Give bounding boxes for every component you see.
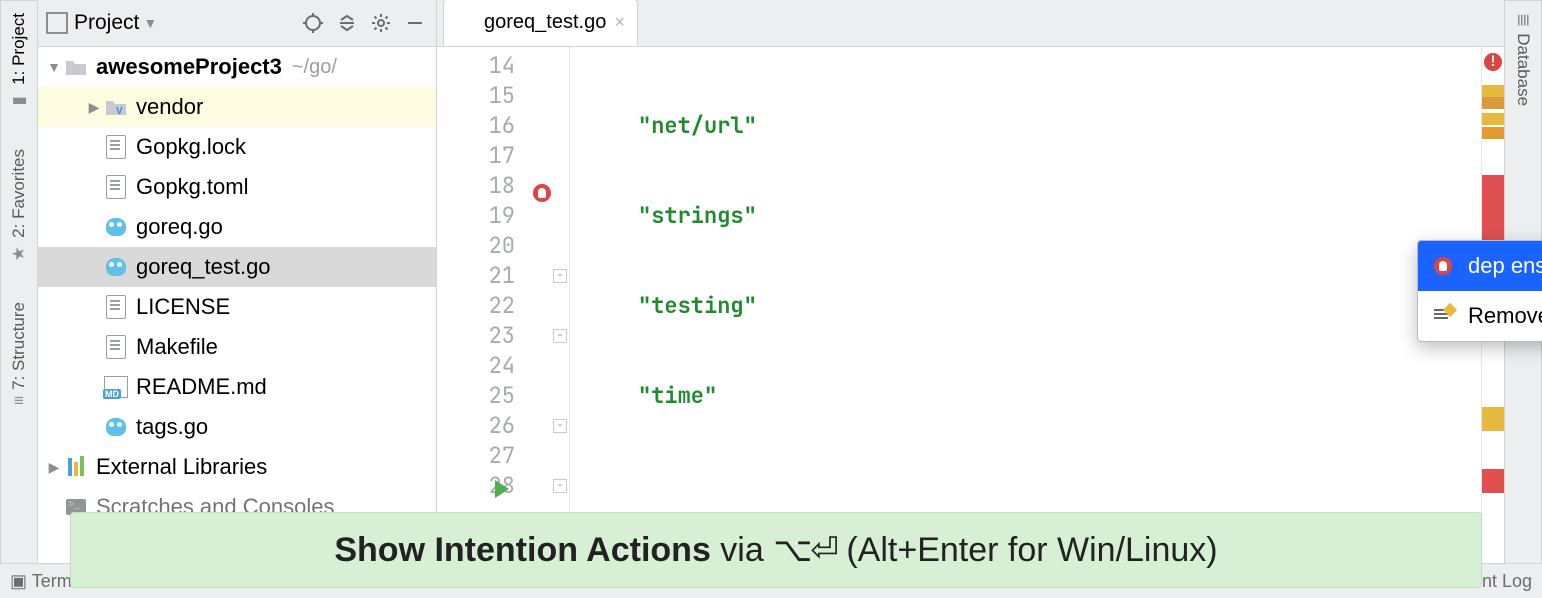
svg-text:V: V — [116, 106, 123, 116]
stripe-mark[interactable] — [1482, 85, 1504, 97]
tree-item-license[interactable]: LICENSE — [38, 287, 436, 327]
disclosure-open-icon[interactable]: ▼ — [44, 59, 64, 75]
tree-item-goreq[interactable]: goreq.go — [38, 207, 436, 247]
project-pane: Project ▼ ▼ awesomeProject3 ~/go/ ▶ V ve… — [38, 0, 437, 598]
banner-title: Show Intention Actions — [334, 531, 711, 569]
vendor-folder-icon: V — [104, 95, 128, 119]
intention-item-label: dep ensure — [1468, 253, 1542, 279]
minimize-icon[interactable] — [400, 8, 430, 38]
collapse-icon[interactable] — [332, 8, 362, 38]
close-tab-icon[interactable]: × — [614, 12, 625, 33]
file-icon — [104, 295, 128, 319]
intention-item-dep-ensure[interactable]: dep ensure ▶ — [1418, 241, 1542, 291]
stripe-mark[interactable] — [1482, 127, 1504, 139]
toolwindow-database[interactable]: ≣Database — [1513, 13, 1533, 106]
tree-root-label: awesomeProject3 — [96, 54, 282, 80]
tree-root-hint: ~/go/ — [292, 56, 337, 79]
hint-banner: Show Intention Actions via ⌥⏎ (Alt+Enter… — [70, 512, 1482, 588]
editor-tabs: goreq_test.go × — [437, 0, 1504, 47]
left-tool-strip: ▮1: Project ★2: Favorites ≡7: Structure — [0, 0, 38, 598]
toolwindow-structure[interactable]: ≡7: Structure — [9, 302, 29, 406]
tree-item-readme[interactable]: README.md — [38, 367, 436, 407]
folder-icon: ▮ — [9, 91, 29, 111]
disclosure-closed-icon[interactable]: ▶ — [84, 99, 104, 116]
stripe-mark[interactable] — [1482, 469, 1504, 481]
intention-popup: dep ensure ▶ Remove dot import alias ▶ — [1417, 240, 1542, 342]
tree-item-gopkg-toml[interactable]: Gopkg.toml — [38, 167, 436, 207]
tree-item-label: vendor — [136, 94, 203, 120]
toolwindow-favorites[interactable]: ★2: Favorites — [9, 149, 29, 264]
tree-item-tags[interactable]: tags.go — [38, 407, 436, 447]
project-view-label: Project — [74, 11, 139, 35]
project-pane-header: Project ▼ — [38, 0, 436, 47]
go-file-icon — [104, 415, 128, 439]
editor-tab-label: goreq_test.go — [484, 11, 606, 34]
terminal-icon: ▣ — [10, 571, 27, 591]
intention-item-label: Remove dot import alias — [1468, 303, 1542, 329]
disclosure-closed-icon[interactable]: ▶ — [44, 459, 64, 476]
folder-icon — [64, 55, 88, 79]
stripe-mark[interactable] — [1482, 223, 1504, 235]
error-summary-icon[interactable]: ! — [1484, 53, 1502, 71]
stripe-mark[interactable] — [1482, 175, 1504, 187]
tree-item-gopkg-lock[interactable]: Gopkg.lock — [38, 127, 436, 167]
banner-key-mac: ⌥⏎ — [773, 531, 837, 569]
markdown-file-icon — [104, 375, 128, 399]
stripe-mark[interactable] — [1482, 187, 1504, 199]
go-test-file-icon — [104, 255, 128, 279]
stripe-mark[interactable] — [1482, 113, 1504, 125]
structure-icon: ≡ — [14, 390, 24, 410]
chevron-down-icon: ▼ — [143, 15, 157, 31]
tree-root[interactable]: ▼ awesomeProject3 ~/go/ — [38, 47, 436, 87]
gear-icon[interactable] — [366, 8, 396, 38]
database-icon: ≣ — [1513, 13, 1533, 27]
tree-item-goreq-test[interactable]: goreq_test.go — [38, 247, 436, 287]
stripe-mark[interactable] — [1482, 407, 1504, 419]
tree-item-vendor[interactable]: ▶ V vendor — [38, 87, 436, 127]
file-icon — [104, 135, 128, 159]
project-icon — [46, 12, 68, 34]
stripe-mark[interactable] — [1482, 481, 1504, 493]
editor: goreq_test.go × 1415161718192021−2223−24… — [437, 0, 1504, 598]
editor-tab-goreq-test[interactable]: goreq_test.go × — [443, 0, 638, 46]
stripe-mark[interactable] — [1482, 199, 1504, 211]
edit-icon — [1432, 307, 1454, 325]
libraries-icon — [64, 455, 88, 479]
intention-item-remove-dot-import[interactable]: Remove dot import alias ▶ — [1418, 291, 1542, 341]
project-view-selector[interactable]: Project ▼ — [46, 11, 157, 35]
file-icon — [104, 335, 128, 359]
go-file-icon — [104, 215, 128, 239]
stripe-mark[interactable] — [1482, 211, 1504, 223]
locate-icon[interactable] — [298, 8, 328, 38]
stripe-mark[interactable] — [1482, 97, 1504, 109]
error-bulb-icon — [1432, 257, 1454, 275]
tree-item-makefile[interactable]: Makefile — [38, 327, 436, 367]
tree-external-libraries[interactable]: ▶External Libraries — [38, 447, 436, 487]
stripe-mark[interactable] — [1482, 419, 1504, 431]
file-icon — [104, 175, 128, 199]
toolwindow-project[interactable]: ▮1: Project — [9, 13, 29, 111]
star-icon: ★ — [9, 244, 29, 264]
